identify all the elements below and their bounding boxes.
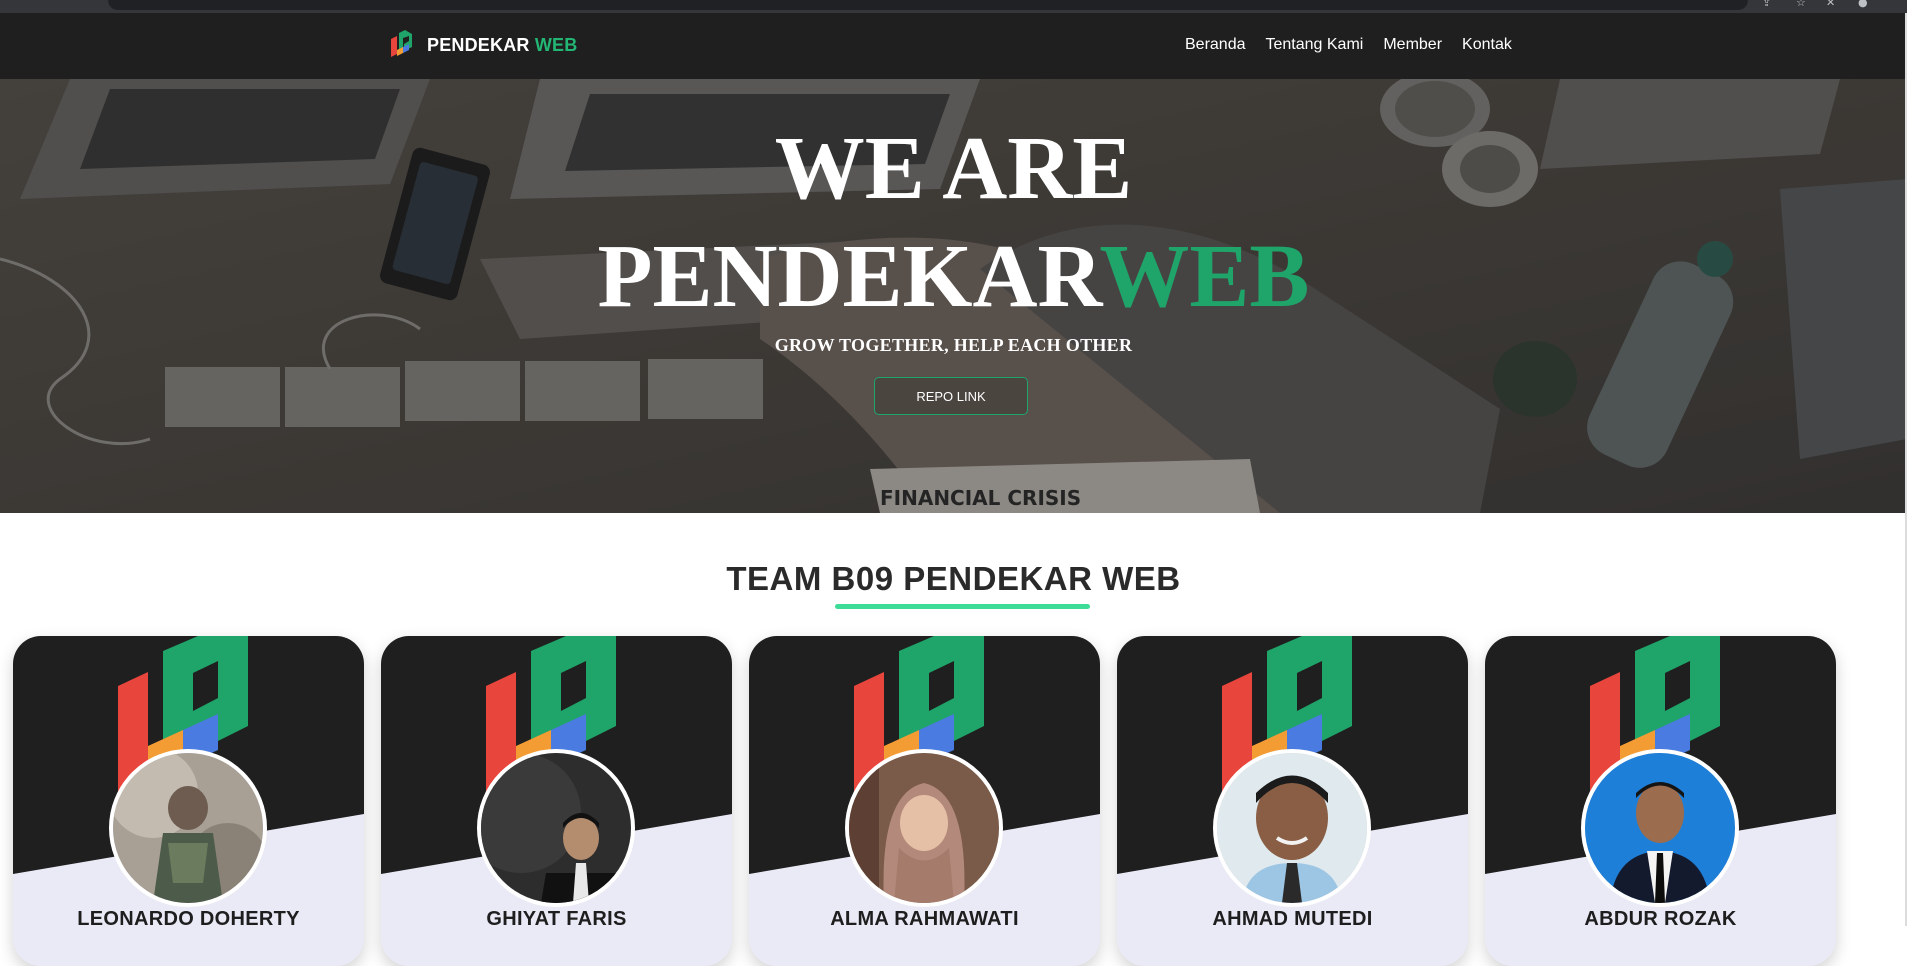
member-card[interactable]: ABDUR ROZAK xyxy=(1485,636,1836,966)
hero-title-accent: WEB xyxy=(1099,227,1310,326)
member-avatar xyxy=(1213,749,1371,907)
member-name: ABDUR ROZAK xyxy=(1584,908,1737,930)
member-avatar xyxy=(109,749,267,907)
nav-member[interactable]: Member xyxy=(1383,36,1442,54)
nav-kontak[interactable]: Kontak xyxy=(1462,36,1512,54)
hero-subtitle: GROW TOGETHER, HELP EACH OTHER xyxy=(774,335,1133,355)
member-name: GHIYAT FARIS xyxy=(486,908,627,930)
team-title-underline xyxy=(835,604,1090,609)
hero-title-line2: PENDEKARWEB xyxy=(0,227,1907,327)
brand-link[interactable]: PENDEKAR WEB xyxy=(389,28,577,62)
bookmark-star-icon[interactable]: ☆ xyxy=(1796,0,1806,9)
close-icon[interactable]: ✕ xyxy=(1826,0,1835,9)
repo-link-button[interactable]: REPO LINK xyxy=(874,377,1028,415)
member-name: ALMA RAHMAWATI xyxy=(830,908,1019,930)
member-avatar xyxy=(477,749,635,907)
member-card[interactable]: GHIYAT FARIS xyxy=(381,636,732,966)
hero-title-primary: PENDEKAR xyxy=(597,227,1100,326)
brand-name: PENDEKAR WEB xyxy=(427,35,577,56)
member-card[interactable]: AHMAD MUTEDI xyxy=(1117,636,1468,966)
brand-primary-text: PENDEKAR xyxy=(427,34,530,55)
profile-avatar[interactable]: ● xyxy=(1858,0,1868,9)
share-icon[interactable]: ⇪ xyxy=(1762,0,1771,9)
pendekar-web-logo-icon xyxy=(391,30,412,57)
nav-tentang-kami[interactable]: Tentang Kami xyxy=(1266,36,1364,54)
member-name: AHMAD MUTEDI xyxy=(1212,908,1373,930)
browser-toolbar: ⇪ ☆ ✕ ● xyxy=(0,0,1907,13)
address-bar[interactable] xyxy=(108,0,1748,10)
member-card[interactable]: LEONARDO DOHERTY xyxy=(13,636,364,966)
member-name: LEONARDO DOHERTY xyxy=(77,908,300,930)
member-avatar xyxy=(845,749,1003,907)
hero-section: FINANCIAL CRISIS WE ARE PENDEKARWEB GROW… xyxy=(0,79,1907,513)
brand-accent-text: WEB xyxy=(534,34,578,55)
team-title: TEAM B09 PENDEKAR WEB xyxy=(726,560,1181,597)
member-card[interactable]: ALMA RAHMAWATI xyxy=(749,636,1100,966)
hero-title-line1: WE ARE xyxy=(774,119,1133,218)
main-nav: Beranda Tentang Kami Member Kontak xyxy=(1185,36,1512,54)
navbar: PENDEKAR WEB Beranda Tentang Kami Member… xyxy=(0,13,1907,79)
nav-beranda[interactable]: Beranda xyxy=(1185,36,1246,54)
member-avatar xyxy=(1581,749,1739,907)
